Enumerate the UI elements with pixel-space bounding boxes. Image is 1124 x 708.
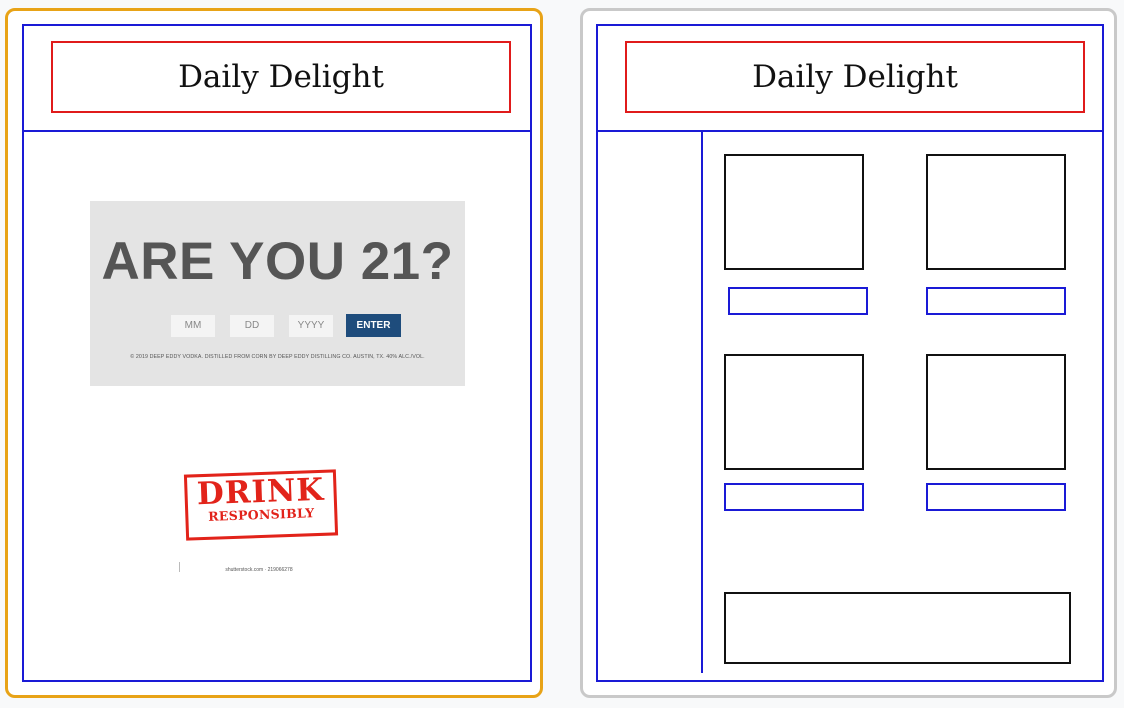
wireframe-frame: Daily Delight [596, 24, 1104, 682]
month-field: MM [171, 315, 215, 337]
site-title: Daily Delight [51, 41, 511, 113]
layout-option-left[interactable]: Daily Delight ARE YOU 21? MM DD YYYY ENT… [5, 8, 543, 698]
caption-placeholder [724, 483, 864, 511]
layout-option-right[interactable]: Daily Delight [580, 8, 1117, 698]
header-divider [24, 130, 530, 132]
caption-placeholder [728, 287, 868, 315]
image-placeholder [724, 154, 864, 270]
image-placeholder [926, 154, 1066, 270]
header-divider [598, 130, 1102, 132]
image-placeholder [724, 354, 864, 470]
caption-placeholder [926, 483, 1066, 511]
image-placeholder [926, 354, 1066, 470]
enter-button: ENTER [346, 314, 401, 337]
stamp-line-2: RESPONSIBLY [207, 505, 315, 524]
footer-placeholder [724, 592, 1071, 664]
site-title: Daily Delight [625, 41, 1085, 113]
sidebar-divider [701, 130, 703, 673]
day-field: DD [230, 315, 274, 337]
year-field: YYYY [289, 315, 333, 337]
page-frame: Daily Delight ARE YOU 21? MM DD YYYY ENT… [22, 24, 532, 682]
caption-placeholder [926, 287, 1066, 315]
drink-responsibly-stamp: DRINK RESPONSIBLY [183, 469, 339, 541]
age-gate-disclaimer: © 2019 DEEP EDDY VODKA. DISTILLED FROM C… [130, 354, 425, 360]
stock-caption: shutterstock.com · 219066278 [225, 567, 293, 573]
age-gate-image: ARE YOU 21? MM DD YYYY ENTER © 2019 DEEP… [90, 201, 465, 386]
age-gate-heading: ARE YOU 21? [101, 232, 454, 291]
